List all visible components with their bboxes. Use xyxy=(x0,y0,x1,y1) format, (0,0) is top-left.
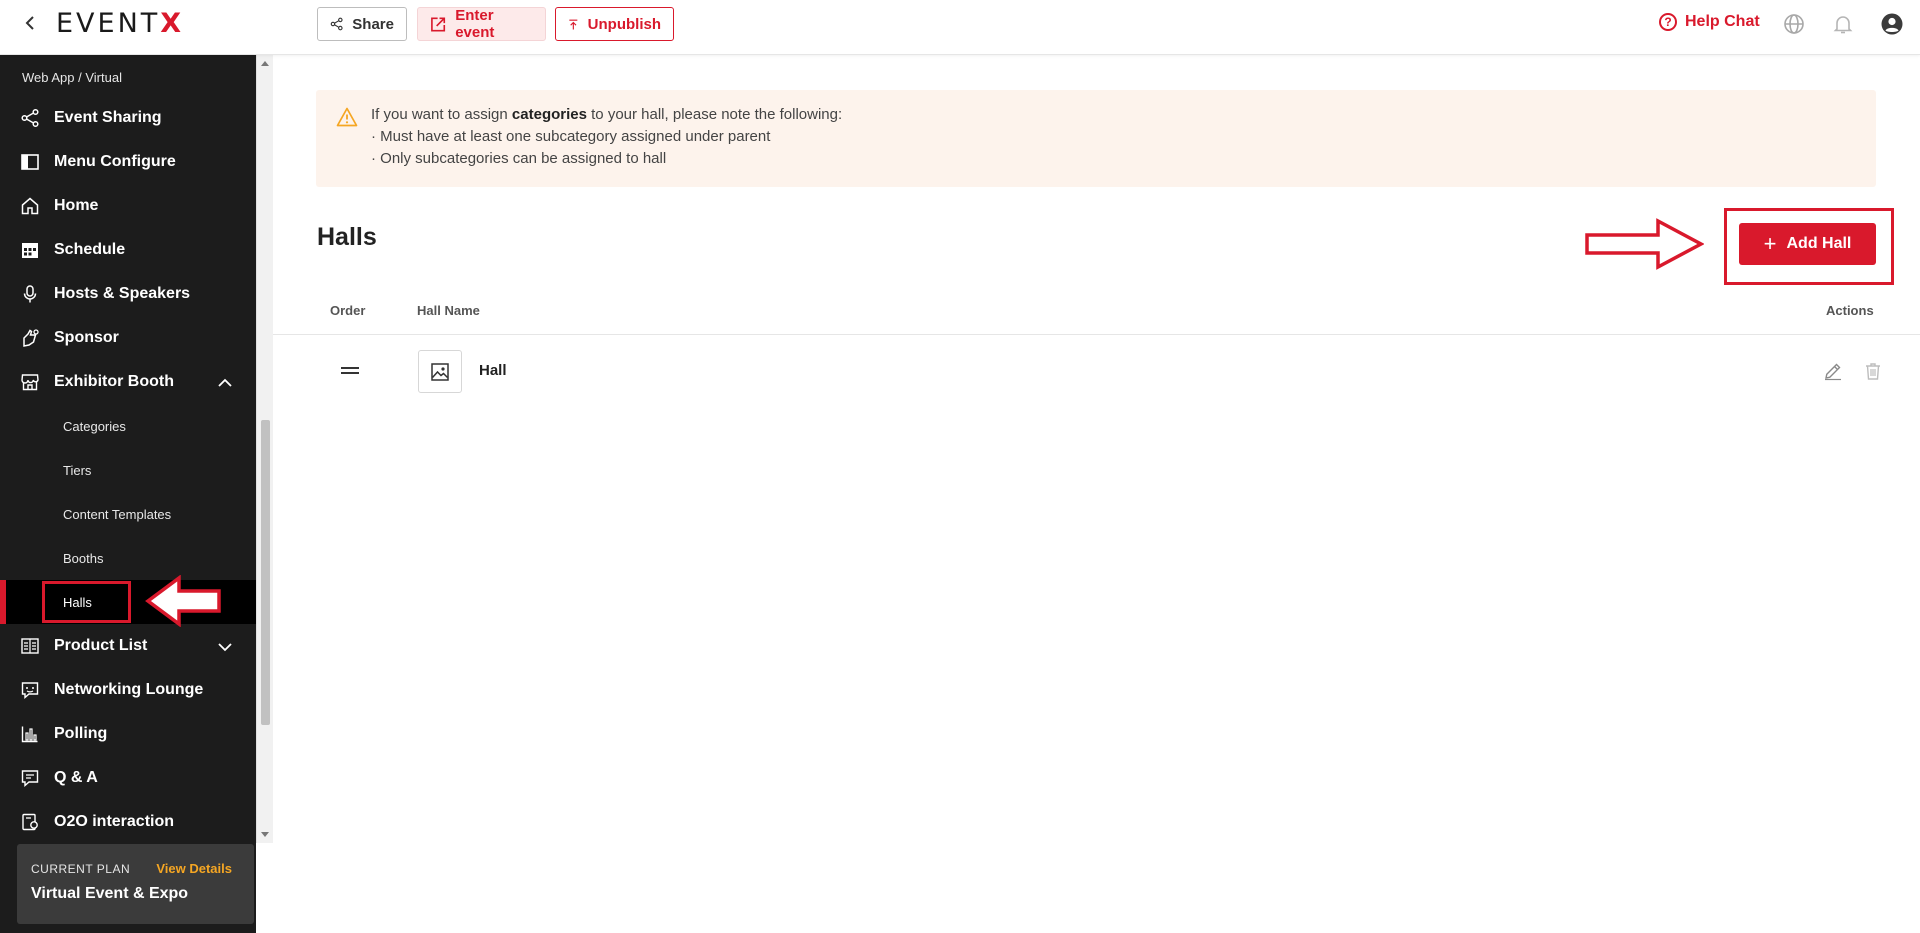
calendar-icon xyxy=(22,243,38,258)
enter-event-label: Enter event xyxy=(455,7,495,41)
plus-icon: + xyxy=(1763,231,1777,256)
sidebar-item-exhibitor-booth[interactable]: Exhibitor Booth xyxy=(0,360,256,404)
sidebar-item-label: Q & A xyxy=(54,769,98,786)
share-icon xyxy=(21,108,39,128)
drag-handle-icon[interactable] xyxy=(341,367,359,375)
sidebar-item-label: Product List xyxy=(54,637,148,654)
sidebar-item-o2o-interaction[interactable]: O2O interaction xyxy=(0,800,256,844)
sidebar-item-hosts-speakers[interactable]: Hosts & Speakers xyxy=(0,272,256,316)
hall-image-thumbnail xyxy=(418,350,462,393)
logo-accent: X xyxy=(160,7,185,39)
notice-line-1: If you want to assign categories to your… xyxy=(371,106,843,123)
sidebar-item-label: Exhibitor Booth xyxy=(54,373,174,390)
sub-item-label: Content Templates xyxy=(63,506,172,522)
help-icon: ? xyxy=(1659,13,1677,31)
sidebar-item-label: O2O interaction xyxy=(54,813,175,830)
sub-item-categories[interactable]: Categories xyxy=(0,404,256,448)
sub-item-label: Categories xyxy=(63,418,126,434)
image-icon xyxy=(431,362,449,381)
layout-icon xyxy=(21,154,39,170)
chevron-up-icon[interactable] xyxy=(216,374,234,392)
edit-icon[interactable] xyxy=(1823,361,1843,381)
sidebar: Web App / Virtual Event Sharing Menu Con… xyxy=(0,55,256,933)
add-hall-label: Add Hall xyxy=(1786,235,1852,252)
plan-label: CURRENT PLAN xyxy=(31,862,131,876)
user-avatar-icon[interactable] xyxy=(1880,12,1904,36)
sidebar-item-networking-lounge[interactable]: Networking Lounge xyxy=(0,668,256,712)
sidebar-item-label: Networking Lounge xyxy=(54,681,204,698)
sidebar-item-label: Sponsor xyxy=(54,329,119,346)
view-details-link[interactable]: View Details xyxy=(156,861,232,876)
sub-item-label: Tiers xyxy=(63,462,92,478)
add-hall-button[interactable]: + Add Hall xyxy=(1739,223,1876,265)
sidebar-item-sponsor[interactable]: Sponsor xyxy=(0,316,256,360)
eventx-logo[interactable]: EVENT X xyxy=(56,7,185,39)
sidebar-item-event-sharing[interactable]: Event Sharing xyxy=(0,96,256,140)
help-chat-button[interactable]: ? Help Chat xyxy=(1659,13,1760,31)
sidebar-item-label: Event Sharing xyxy=(54,109,162,126)
sidebar-item-polling[interactable]: Polling xyxy=(0,712,256,756)
help-chat-label: Help Chat xyxy=(1685,13,1760,30)
main-content: If you want to assign categories to your… xyxy=(273,55,1920,933)
sidebar-item-product-list[interactable]: Product List xyxy=(0,624,256,668)
store-icon xyxy=(21,374,39,391)
sidebar-item-label: Schedule xyxy=(54,241,126,258)
microphone-icon xyxy=(23,285,37,303)
sidebar-item-label: Hosts & Speakers xyxy=(54,285,191,302)
chevron-down-icon[interactable] xyxy=(216,638,234,656)
sub-item-content-templates[interactable]: Content Templates xyxy=(0,492,256,536)
o2o-icon xyxy=(22,813,38,831)
breadcrumb: Web App / Virtual xyxy=(22,70,122,85)
home-icon xyxy=(21,197,39,215)
unpublish-label: Unpublish xyxy=(587,15,661,33)
scroll-down-icon[interactable] xyxy=(261,832,269,837)
bar-chart-icon xyxy=(21,726,38,743)
sub-item-label: Halls xyxy=(63,594,92,610)
scroll-up-icon[interactable] xyxy=(261,61,269,66)
sub-item-tiers[interactable]: Tiers xyxy=(0,448,256,492)
column-header-order: Order xyxy=(330,303,366,318)
sidebar-item-home[interactable]: Home xyxy=(0,184,256,228)
table-row: Hall xyxy=(273,335,1920,405)
upload-icon xyxy=(569,19,578,30)
sidebar-item-schedule[interactable]: Schedule xyxy=(0,228,256,272)
sub-item-booths[interactable]: Booths xyxy=(0,536,256,580)
sidebar-item-qa[interactable]: Q & A xyxy=(0,756,256,800)
external-link-icon xyxy=(431,17,446,31)
sponsor-icon xyxy=(23,329,39,347)
notice-line-3: · Only subcategories can be assigned to … xyxy=(371,150,667,167)
globe-icon[interactable] xyxy=(1782,12,1806,36)
sidebar-item-label: Menu Configure xyxy=(54,153,176,170)
top-bar: EVENT X Share Enter event Unpublish ? Hel… xyxy=(0,0,1920,55)
category-notice: If you want to assign categories to your… xyxy=(316,90,1876,187)
sidebar-menu: Web App / Virtual Event Sharing Menu Con… xyxy=(0,55,256,844)
sub-item-label: Booths xyxy=(63,550,104,566)
annotation-arrow-left-icon xyxy=(145,575,221,627)
current-plan-card: CURRENT PLAN View Details Virtual Event … xyxy=(17,844,254,924)
notice-line-2: · Must have at least one subcategory ass… xyxy=(371,128,771,145)
scroll-thumb[interactable] xyxy=(261,420,270,725)
list-icon xyxy=(21,638,39,654)
delete-icon[interactable] xyxy=(1863,361,1883,381)
column-header-hall-name: Hall Name xyxy=(417,303,480,318)
page-title: Halls xyxy=(317,223,377,251)
logo-text: EVENT xyxy=(56,7,161,39)
column-header-actions: Actions xyxy=(1826,303,1874,318)
sidebar-item-label: Home xyxy=(54,197,99,214)
qa-icon xyxy=(21,770,39,788)
share-label: Share xyxy=(352,15,394,33)
enter-event-button[interactable]: Enter event xyxy=(417,7,546,41)
sidebar-item-menu-configure[interactable]: Menu Configure xyxy=(0,140,256,184)
sidebar-item-label: Polling xyxy=(54,725,108,742)
share-icon xyxy=(330,17,343,31)
warning-icon xyxy=(336,107,358,127)
bell-icon[interactable] xyxy=(1831,12,1855,36)
back-chevron-icon[interactable] xyxy=(20,12,40,34)
chat-icon xyxy=(21,682,39,700)
hall-name: Hall xyxy=(479,362,507,379)
share-button[interactable]: Share xyxy=(317,7,407,41)
unpublish-button[interactable]: Unpublish xyxy=(555,7,674,41)
plan-name: Virtual Event & Expo xyxy=(31,885,189,902)
sidebar-scrollbar[interactable] xyxy=(256,55,273,843)
